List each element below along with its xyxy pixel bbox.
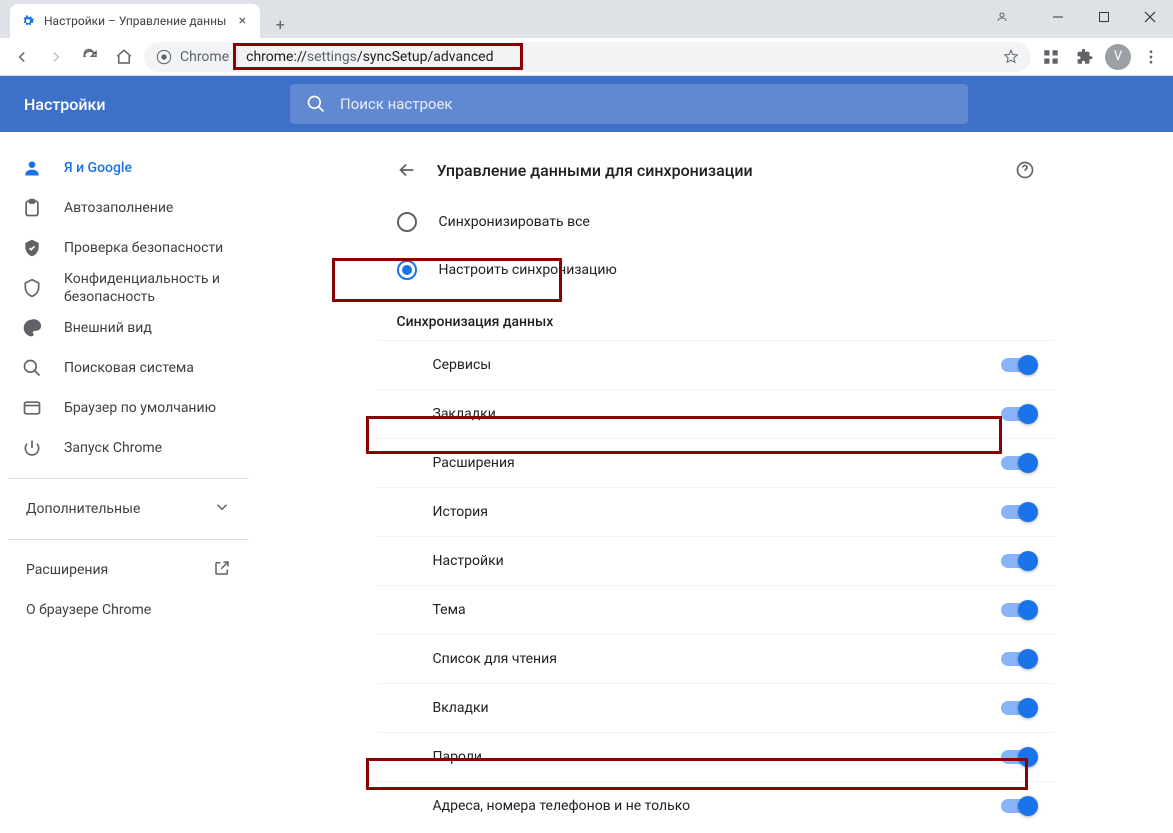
toggle-row-services: Сервисы [377,340,1055,389]
open-external-icon [213,559,231,581]
new-tab-button[interactable]: + [266,10,294,38]
gear-icon [20,13,36,29]
toggle-switch[interactable] [1001,750,1035,764]
browser-tab[interactable]: Настройки – Управление данны × [10,4,260,38]
window-controls [979,0,1173,34]
toggle-switch[interactable] [1001,554,1035,568]
minimize-button[interactable] [1035,0,1081,34]
radio-sync-custom[interactable]: Настроить синхронизацию [377,246,1055,294]
toggle-row-passwords: Пароли [377,732,1055,781]
toggle-switch[interactable] [1001,407,1035,421]
chrome-icon [156,49,172,65]
reload-button[interactable] [76,43,104,71]
menu-icon[interactable] [1137,43,1165,71]
page-title: Управление данными для синхронизации [437,161,995,180]
sidebar-item-on-startup[interactable]: Запуск Chrome [8,428,249,468]
search-input[interactable] [340,95,952,113]
chevron-down-icon [213,498,231,520]
home-button[interactable] [110,43,138,71]
sidebar-item-search-engine[interactable]: Поисковая система [8,348,249,388]
settings-header: Настройки [0,76,1173,132]
sync-card: Управление данными для синхронизации Син… [377,142,1055,833]
settings-search[interactable] [290,84,968,124]
help-icon[interactable] [1013,158,1037,182]
radio-icon [397,212,417,232]
settings-main: Управление данными для синхронизации Син… [258,132,1173,833]
person-icon [22,158,42,178]
radio-sync-all[interactable]: Синхронизировать все [377,198,1055,246]
toggle-switch[interactable] [1001,701,1035,715]
toggle-row-extensions: Расширения [377,438,1055,487]
sidebar-advanced[interactable]: Дополнительные [8,489,249,529]
toggle-switch[interactable] [1001,799,1035,813]
close-window-button[interactable] [1127,0,1173,34]
toggle-row-settings: Настройки [377,536,1055,585]
divider [8,478,249,479]
profile-avatar[interactable]: V [1105,44,1131,70]
sidebar-item-privacy[interactable]: Конфиденциальность и безопасность [8,268,249,308]
shield-check-icon [22,238,42,258]
back-button[interactable] [8,43,36,71]
sidebar-item-you-and-google[interactable]: Я и Google [8,148,249,188]
radio-checked-icon [397,260,417,280]
card-header: Управление данными для синхронизации [377,142,1055,198]
sidebar-extensions-link[interactable]: Расширения [8,550,249,590]
extensions-puzzle-icon[interactable] [1071,43,1099,71]
toggle-row-reading-list: Список для чтения [377,634,1055,683]
toggle-row-tabs: Вкладки [377,683,1055,732]
divider [8,539,249,540]
star-icon[interactable] [1003,49,1019,65]
toggle-switch[interactable] [1001,505,1035,519]
clipboard-icon [22,198,42,218]
close-tab-icon[interactable]: × [234,13,250,29]
sidebar-item-appearance[interactable]: Внешний вид [8,308,249,348]
section-title: Синхронизация данных [377,294,1055,340]
toggle-switch[interactable] [1001,603,1035,617]
forward-button[interactable] [42,43,70,71]
maximize-button[interactable] [1081,0,1127,34]
toggle-row-bookmarks: Закладки [377,389,1055,438]
toggle-row-history: История [377,487,1055,536]
settings-app: Настройки Я и Google Автозаполнение Пров… [0,76,1173,833]
sidebar-about[interactable]: О браузере Chrome [8,590,249,630]
toggle-switch[interactable] [1001,652,1035,666]
settings-sidebar: Я и Google Автозаполнение Проверка безоп… [0,132,258,833]
omnibox-prefix: Chrome [180,49,229,65]
toggle-row-theme: Тема [377,585,1055,634]
search-icon [306,94,326,114]
tab-title: Настройки – Управление данны [44,14,226,28]
sidebar-item-default-browser[interactable]: Браузер по умолчанию [8,388,249,428]
back-arrow-button[interactable] [395,158,419,182]
browser-toolbar: Chrome chrome://settings/syncSetup/advan… [0,38,1173,76]
app-title: Настройки [0,95,290,114]
search-icon [22,358,42,378]
shield-icon [22,278,42,298]
power-icon [22,438,42,458]
extensions-grid-icon[interactable] [1037,43,1065,71]
toggle-switch[interactable] [1001,358,1035,372]
sidebar-item-safety-check[interactable]: Проверка безопасности [8,228,249,268]
toggle-row-addresses: Адреса, номера телефонов и не только [377,781,1055,830]
palette-icon [22,318,42,338]
sidebar-item-autofill[interactable]: Автозаполнение [8,188,249,228]
toggle-switch[interactable] [1001,456,1035,470]
omnibox[interactable]: Chrome chrome://settings/syncSetup/advan… [144,42,1031,72]
browser-icon [22,398,42,418]
omnibox-url: chrome://settings/syncSetup/advanced [246,49,493,65]
account-indicator-icon[interactable] [979,0,1025,34]
